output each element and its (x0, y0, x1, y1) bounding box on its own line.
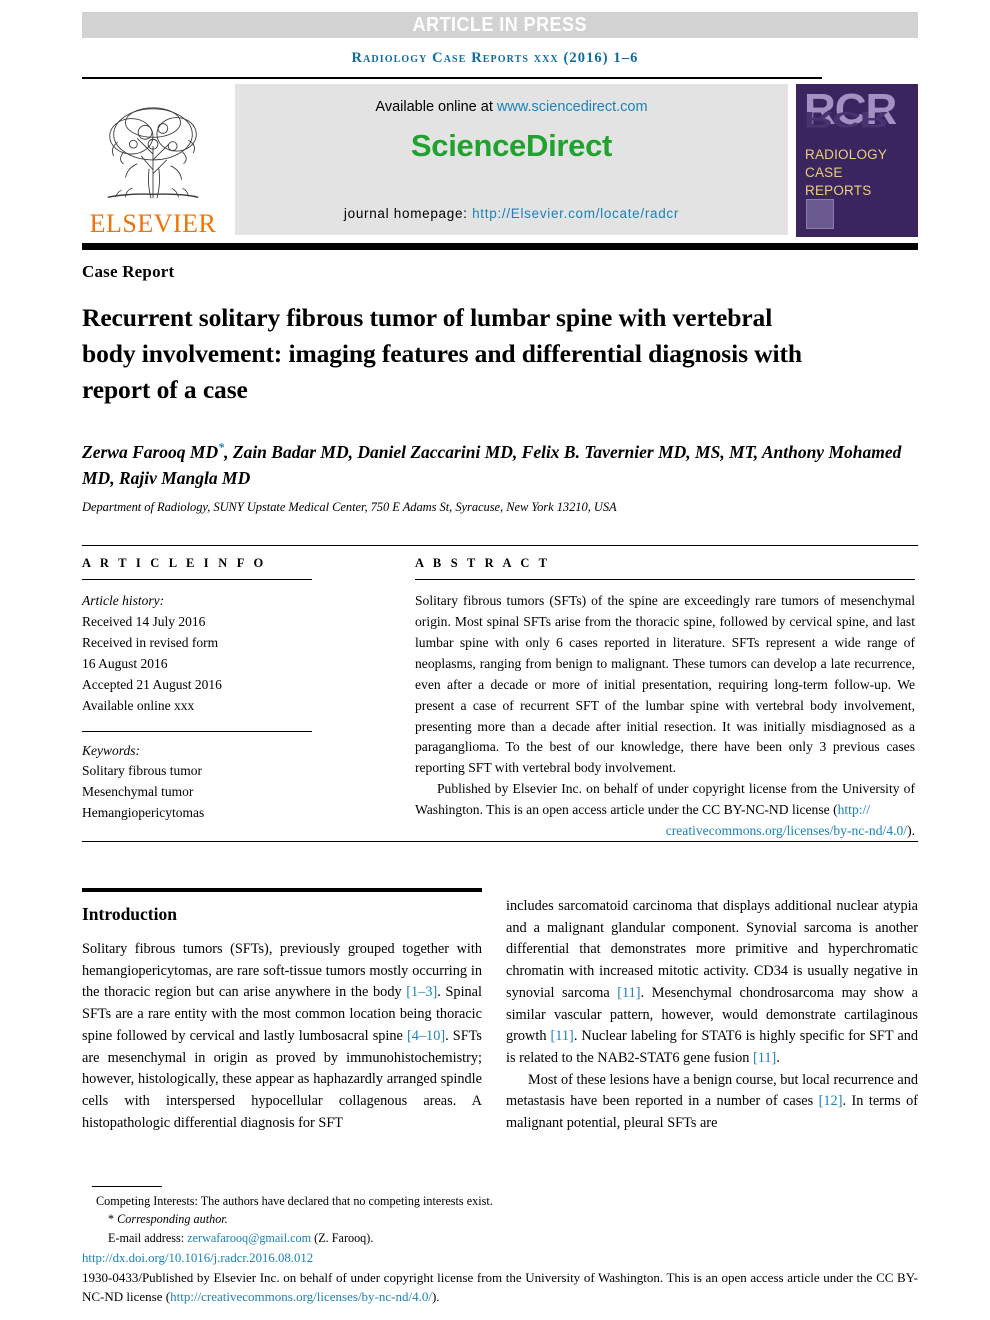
author-list: Zerwa Farooq MD*, Zain Badar MD, Daniel … (82, 438, 912, 491)
article-page: ARTICLE IN PRESS Radiology Case Reports … (0, 0, 990, 1320)
article-history-block: Article history: Received 14 July 2016 R… (82, 591, 312, 717)
received-date: Received 14 July 2016 (82, 613, 206, 629)
citation-11-c[interactable]: [11] (753, 1050, 776, 1066)
journal-homepage-label: journal homepage: (343, 206, 468, 221)
doi-line: http://dx.doi.org/10.1016/j.radcr.2016.0… (82, 1249, 918, 1268)
journal-homepage-line: journal homepage: http://Elsevier.com/lo… (235, 206, 788, 221)
article-info-column: A R T I C L E I N F O Article history: R… (82, 556, 312, 824)
rcr-title-line1: RADIOLOGY (805, 147, 888, 162)
header-top-rule (82, 77, 822, 79)
article-history-label: Article history: (82, 593, 165, 608)
citation-11-a[interactable]: [11] (617, 985, 640, 1001)
abstract-publisher-note: Published by Elsevier Inc. on behalf of … (415, 779, 915, 821)
rcr-title-line3: REPORTS (805, 182, 872, 198)
competing-interests-note: Competing Interests: The authors have de… (96, 1194, 493, 1208)
available-online-label: Available online at (375, 99, 493, 115)
accepted-date: Accepted 21 August 2016 (82, 676, 222, 692)
body-column-right: includes sarcomatoid carcinoma that disp… (506, 896, 918, 1135)
corresponding-author-star-icon: * (108, 1212, 115, 1227)
article-in-press-label: ARTICLE IN PRESS (412, 13, 588, 36)
citation-1-3[interactable]: [1–3] (406, 984, 437, 1000)
article-in-press-banner: ARTICLE IN PRESS (82, 12, 918, 38)
license-link-part2[interactable]: creativecommons.org/licenses/by-nc-nd/4.… (666, 823, 907, 838)
sciencedirect-box: Available online at www.sciencedirect.co… (235, 84, 788, 235)
license-link-part1[interactable]: http:// (838, 802, 870, 817)
rcr-acronym-reflection: RCR (804, 106, 888, 132)
article-info-heading-rule (82, 579, 312, 580)
sciencedirect-url-link[interactable]: www.sciencedirect.com (497, 99, 648, 115)
journal-running-head: Radiology Case Reports xxx (2016) 1–6 (351, 50, 639, 66)
abstract-block-top-rule (82, 545, 918, 546)
available-online-line: Available online at www.sciencedirect.co… (235, 99, 788, 115)
email-label: E-mail address: (108, 1230, 185, 1245)
journal-homepage-link[interactable]: http://Elsevier.com/locate/radcr (472, 206, 679, 221)
footnote-separator-rule (92, 1186, 162, 1187)
abstract-block-bottom-rule (82, 841, 918, 842)
revised-label: Received in revised form (82, 634, 219, 650)
page-title: Recurrent solitary fibrous tumor of lumb… (82, 303, 802, 405)
first-author: Zerwa Farooq MD (82, 441, 219, 462)
email-address-note: E-mail address: zerwafarooq@gmail.com (Z… (82, 1229, 918, 1247)
license-tail: ). (907, 823, 915, 839)
journal-cover-logo: RCR RCR RADIOLOGY CASE REPORTS (796, 84, 918, 237)
abstract-heading: A B S T R A C T (415, 556, 551, 570)
copyright-license-link[interactable]: http://creativecommons.org/licenses/by-n… (170, 1289, 432, 1304)
copyright-text-2: ). (431, 1288, 440, 1304)
elsevier-wordmark: ELSEVIER (89, 209, 217, 238)
introduction-paragraph-left: Solitary fibrous tumors (SFTs), previous… (82, 939, 482, 1134)
citation-11-b[interactable]: [11] (551, 1028, 574, 1044)
available-online-date: Available online xxx (82, 697, 195, 713)
keyword-item: Solitary fibrous tumor (82, 763, 202, 779)
email-attribution: (Z. Farooq). (314, 1230, 374, 1245)
elsevier-tree-icon (107, 107, 199, 199)
email-link[interactable]: zerwafarooq@gmail.com (187, 1231, 311, 1245)
keywords-rule (82, 730, 312, 732)
keywords-label: Keywords: (82, 742, 140, 758)
body-column-left: Introduction Solitary fibrous tumors (SF… (82, 896, 482, 1134)
body-top-rule (82, 888, 482, 892)
article-type-label: Case Report (82, 262, 175, 281)
abstract-license-line: creativecommons.org/licenses/by-nc-nd/4.… (415, 821, 915, 842)
doi-link[interactable]: http://dx.doi.org/10.1016/j.radcr.2016.0… (82, 1251, 313, 1265)
citation-12[interactable]: [12] (819, 1093, 843, 1109)
author-affiliation: Department of Radiology, SUNY Upstate Me… (82, 500, 617, 514)
journal-masthead: ELSEVIER Available online at www.science… (82, 84, 918, 237)
keyword-item: Mesenchymal tumor (82, 784, 194, 800)
footnote-block: Competing Interests: The authors have de… (82, 1192, 918, 1320)
benign-course-paragraph: Most of these lesions have a benign cour… (506, 1070, 918, 1135)
rcr-title-block: RADIOLOGY CASE REPORTS (805, 146, 887, 199)
article-info-heading: A R T I C L E I N F O (82, 556, 267, 570)
intro-continued-paragraph: includes sarcomatoid carcinoma that disp… (506, 896, 918, 1070)
corresponding-author-note: * Corresponding author. (82, 1210, 918, 1228)
revised-date: 16 August 2016 (82, 655, 168, 671)
sciencedirect-logo: ScienceDirect (410, 128, 613, 163)
corresponding-author-label: Corresponding author. (117, 1212, 228, 1227)
elsevier-logo: ELSEVIER (82, 84, 224, 237)
abstract-heading-rule (415, 579, 915, 580)
abstract-body: Solitary fibrous tumors (SFTs) of the sp… (415, 593, 915, 776)
rcr-title-line2: CASE (805, 164, 843, 180)
keyword-item: Hemangiopericytomas (82, 805, 205, 821)
copyright-statement: 1930-0433/Published by Elsevier Inc. on … (82, 1269, 918, 1307)
citation-4-10[interactable]: [4–10] (407, 1028, 445, 1044)
abstract-column: A B S T R A C T Solitary fibrous tumors … (415, 556, 915, 842)
elsevier-tree-mark-icon (806, 199, 834, 229)
masthead-bottom-rule (82, 243, 918, 250)
keywords-block: Keywords: Solitary fibrous tumor Mesench… (82, 741, 312, 825)
introduction-heading: Introduction (82, 904, 177, 924)
right-text-4: . (776, 1050, 780, 1067)
